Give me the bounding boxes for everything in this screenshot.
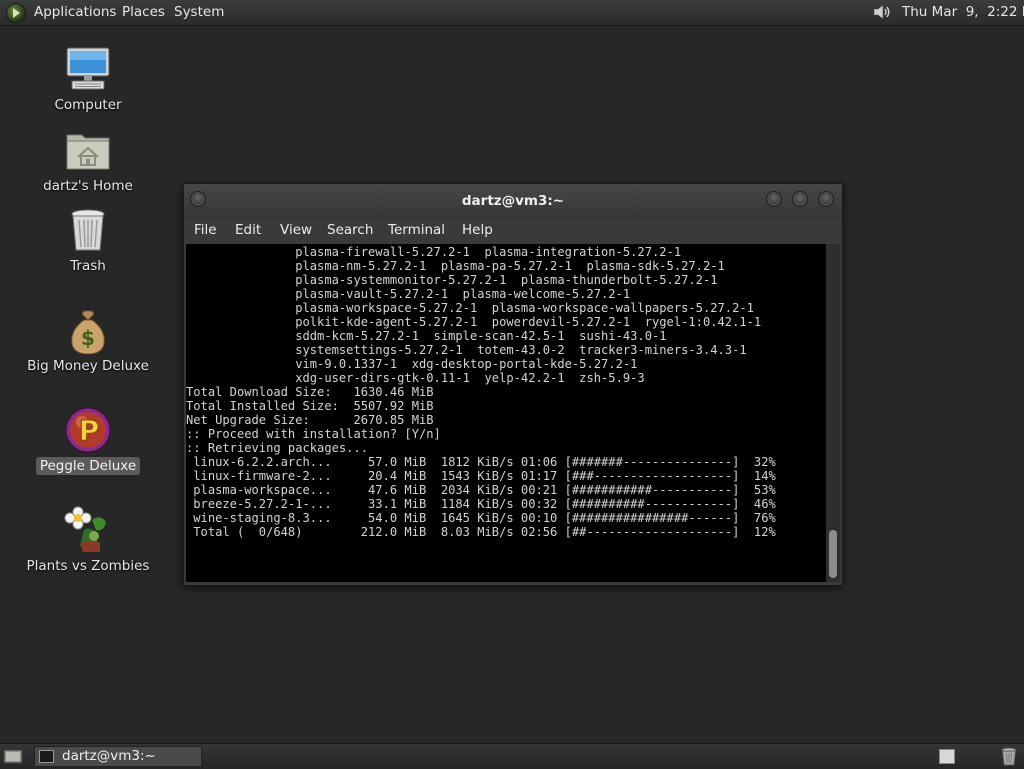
clock[interactable]: Thu Mar 9, 2:22 PM: [902, 4, 1024, 20]
terminal-line: Total ( 0/648) 212.0 MiB 8.03 MiB/s 02:5…: [186, 525, 776, 539]
terminal-menubar: File Edit View Search Terminal Help: [184, 218, 842, 244]
desktop-icon-plants-vs-zombies[interactable]: Plants vs Zombies: [18, 506, 158, 576]
terminal-scrollbar[interactable]: [826, 244, 840, 582]
menu-help[interactable]: Help: [462, 222, 493, 238]
computer-icon: [66, 47, 110, 90]
terminal-line: vim-9.0.1337-1 xdg-desktop-portal-kde-5.…: [186, 357, 638, 371]
terminal-line: sddm-kcm-5.27.2-1 simple-scan-42.5-1 sus…: [186, 329, 667, 343]
desktop-icon-peggle-deluxe[interactable]: P Peggle Deluxe: [18, 406, 158, 476]
places-menu[interactable]: Places: [122, 4, 165, 20]
trash-applet-icon[interactable]: [1000, 747, 1018, 766]
menu-edit[interactable]: Edit: [235, 222, 261, 238]
terminal-line: plasma-firewall-5.27.2-1 plasma-integrat…: [186, 245, 682, 259]
taskbar-item-terminal[interactable]: dartz@vm3:~: [34, 746, 202, 767]
window-title: dartz@vm3:~: [461, 193, 565, 209]
bottom-panel: dartz@vm3:~: [0, 743, 1024, 769]
terminal-line: xdg-user-dirs-gtk-0.11-1 yelp-42.2-1 zsh…: [186, 371, 645, 385]
svg-text:$: $: [81, 326, 95, 350]
applications-menu[interactable]: Applications: [34, 4, 116, 20]
desktop-icon-label: dartz's Home: [43, 178, 133, 194]
money-bag-icon: $: [71, 310, 105, 355]
menu-view[interactable]: View: [280, 222, 312, 238]
desktop-icon-home[interactable]: dartz's Home: [18, 126, 158, 196]
taskbar-item-label: dartz@vm3:~: [62, 748, 156, 764]
desktop-icon-computer[interactable]: Computer: [18, 45, 158, 115]
maximize-button[interactable]: [792, 191, 808, 207]
close-button[interactable]: [818, 191, 834, 207]
menu-logo-icon[interactable]: [6, 3, 26, 23]
home-folder-icon: [66, 134, 110, 170]
terminal-line: Net Upgrade Size: 2670.85 MiB: [186, 413, 434, 427]
peggle-icon: P: [65, 407, 111, 453]
desktop-icon-label: Peggle Deluxe: [35, 457, 141, 475]
terminal-line: :: Retrieving packages...: [186, 441, 369, 455]
terminal-line: :: Proceed with installation? [Y/n]: [186, 427, 441, 441]
desktop-icon-label: Computer: [54, 97, 122, 113]
menu-terminal[interactable]: Terminal: [388, 222, 445, 238]
menu-search[interactable]: Search: [327, 222, 373, 238]
desktop-icon-trash[interactable]: Trash: [18, 206, 158, 276]
minimize-button[interactable]: [766, 191, 782, 207]
terminal-line: plasma-nm-5.27.2-1 plasma-pa-5.27.2-1 pl…: [186, 259, 725, 273]
window-titlebar[interactable]: dartz@vm3:~: [184, 184, 842, 218]
terminal-line: Total Installed Size: 5507.92 MiB: [186, 399, 434, 413]
volume-icon[interactable]: [872, 3, 892, 21]
terminal-window[interactable]: dartz@vm3:~ File Edit View Search Termin…: [183, 183, 843, 586]
menu-file[interactable]: File: [194, 222, 217, 238]
svg-text:P: P: [79, 414, 100, 447]
terminal-line: Total Download Size: 1630.46 MiB: [186, 385, 434, 399]
terminal-line: plasma-workspace-5.27.2-1 plasma-workspa…: [186, 301, 754, 315]
terminal-line: linux-6.2.2.arch... 57.0 MiB 1812 KiB/s …: [186, 455, 776, 469]
desktop-icon-label: Big Money Deluxe: [27, 358, 149, 374]
desktop-icon-label: Trash: [70, 258, 106, 274]
terminal-line: plasma-systemmonitor-5.27.2-1 plasma-thu…: [186, 273, 718, 287]
terminal-line: linux-firmware-2... 20.4 MiB 1543 KiB/s …: [186, 469, 776, 483]
trash-icon: [71, 209, 105, 251]
terminal-line: plasma-workspace... 47.6 MiB 2034 KiB/s …: [186, 483, 776, 497]
system-menu[interactable]: System: [174, 4, 224, 20]
workspace-switcher-icon[interactable]: [939, 749, 955, 764]
show-desktop-icon[interactable]: [3, 748, 23, 765]
terminal-line: plasma-vault-5.27.2-1 plasma-welcome-5.2…: [186, 287, 631, 301]
terminal-line: systemsettings-5.27.2-1 totem-43.0-2 tra…: [186, 343, 747, 357]
terminal-line: polkit-kde-agent-5.27.2-1 powerdevil-5.2…: [186, 315, 762, 329]
top-panel: Applications Places System Thu Mar 9, 2:…: [0, 0, 1024, 26]
terminal-line: wine-staging-8.3... 54.0 MiB 1645 KiB/s …: [186, 511, 776, 525]
desktop-icon-big-money-deluxe[interactable]: $ Big Money Deluxe: [18, 306, 158, 376]
terminal-output[interactable]: plasma-firewall-5.27.2-1 plasma-integrat…: [186, 244, 826, 582]
terminal-line: breeze-5.27.2-1-... 33.1 MiB 1184 KiB/s …: [186, 497, 776, 511]
terminal-icon: [39, 750, 54, 763]
desktop-icon-label: Plants vs Zombies: [26, 558, 150, 574]
scrollbar-thumb[interactable]: [829, 530, 837, 578]
plants-vs-zombies-icon: [64, 506, 106, 552]
